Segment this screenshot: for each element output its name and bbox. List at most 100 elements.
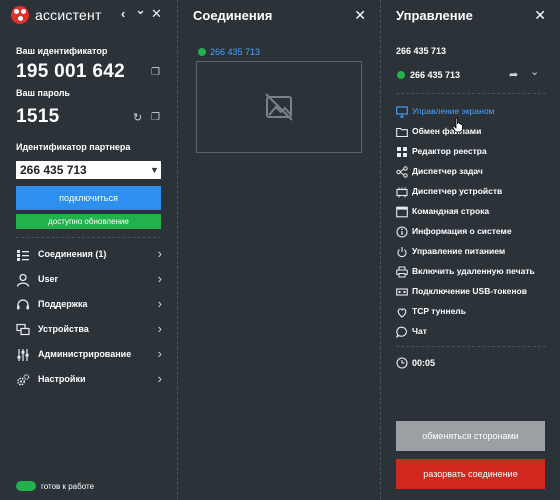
share-icon[interactable]: ➦ [509, 68, 518, 81]
partner-id-input[interactable] [16, 161, 161, 179]
update-available-badge[interactable]: доступно обновление [16, 214, 161, 229]
action-label: Диспетчер устройств [412, 186, 503, 196]
action-label: Командная строка [412, 206, 490, 216]
nav-label: Администрирование [38, 349, 132, 359]
divider [16, 237, 161, 238]
chevron-right-icon: › [157, 346, 162, 361]
online-status-icon [397, 71, 405, 79]
status-text: готов к работе [41, 482, 95, 491]
nav-item-settings[interactable]: Настройки › [16, 370, 164, 390]
nav-item-support[interactable]: Поддержка › [16, 295, 164, 315]
remote-id-status: 266 435 713 [410, 70, 461, 80]
user-icon [16, 273, 30, 287]
your-id-value: 195 001 642 [16, 61, 125, 82]
partner-id-label: Идентификатор партнера [16, 142, 131, 152]
collapse-icon[interactable]: ⌄ [135, 3, 146, 17]
disconnect-button[interactable]: разорвать соединение [396, 459, 545, 489]
action-label: Обмен файлами [412, 126, 482, 136]
action-file-transfer[interactable]: Обмен файлами [396, 124, 551, 141]
devices-icon [16, 323, 30, 336]
session-timer: 00:05 [412, 358, 436, 368]
close-icon[interactable]: ✕ [151, 7, 162, 21]
divider [396, 346, 546, 347]
terminal-icon [396, 206, 408, 218]
action-task-manager[interactable]: Диспетчер задач [396, 164, 551, 181]
connect-button[interactable]: подключиться [16, 186, 161, 210]
action-chat[interactable]: Чат [396, 324, 551, 341]
your-password-label: Ваш пароль [16, 88, 70, 98]
assistant-panel: ассистент ‹ ⌄ ✕ Ваш идентификатор 195 00… [0, 0, 178, 500]
action-screen-control[interactable]: Управление экраном [396, 104, 551, 121]
registry-icon [397, 147, 407, 157]
action-label: Управление экраном [412, 106, 495, 116]
action-remote-printing[interactable]: Включить удаленную печать [396, 264, 551, 281]
session-id-link[interactable]: 266 435 713 [210, 47, 260, 57]
chevron-right-icon: › [157, 371, 162, 386]
nav-label: Настройки [38, 374, 86, 384]
hand-cursor-icon [452, 117, 463, 133]
action-usb-tokens[interactable]: Подключение USB-токенов [396, 284, 551, 301]
connections-icon [17, 250, 29, 261]
action-label: TCP туннель [412, 306, 466, 316]
tasks-icon [396, 166, 408, 178]
no-image-icon [265, 93, 293, 121]
gear-icon [17, 374, 30, 386]
chat-icon [396, 326, 407, 338]
refresh-icon[interactable]: ↻ [133, 111, 142, 124]
app-logo-icon [11, 6, 29, 24]
info-icon [396, 226, 408, 238]
divider [396, 93, 546, 94]
back-icon[interactable]: ‹ [121, 7, 125, 21]
copy-icon[interactable]: ❐ [151, 67, 160, 78]
panel-title: Управление [396, 8, 473, 23]
online-status-icon [198, 48, 206, 56]
panel-title: Соединения [193, 8, 273, 23]
usb-icon [396, 288, 408, 296]
monitor-icon [396, 106, 408, 118]
printer-icon [396, 266, 408, 278]
headset-icon [17, 299, 29, 310]
close-icon[interactable]: ✕ [354, 7, 366, 24]
power-icon [397, 247, 407, 258]
chevron-right-icon: › [157, 321, 162, 336]
nav-item-devices[interactable]: Устройства › [16, 320, 164, 340]
action-system-info[interactable]: Информация о системе [396, 224, 551, 241]
nav-label: Соединения (1) [38, 249, 107, 259]
sliders-icon [17, 349, 29, 361]
connections-panel: Соединения ✕ 266 435 713 [179, 0, 381, 500]
nav-item-user[interactable]: User › [16, 270, 164, 290]
action-label: Чат [412, 326, 427, 336]
nav-label: User [38, 274, 59, 284]
chevron-right-icon: › [157, 296, 162, 311]
remote-id: 266 435 713 [396, 46, 447, 56]
clock-icon [396, 357, 408, 369]
status-indicator [16, 481, 36, 491]
chevron-down-icon[interactable]: ⌄ [530, 65, 539, 78]
app-title: ассистент [35, 7, 102, 23]
action-label: Информация о системе [412, 226, 512, 236]
action-registry-editor[interactable]: Редактор реестра [396, 144, 551, 161]
chevron-down-icon[interactable]: ▼ [150, 165, 159, 175]
close-icon[interactable]: ✕ [534, 7, 546, 24]
chevron-right-icon: › [157, 246, 162, 261]
action-command-line[interactable]: Командная строка [396, 204, 551, 221]
control-panel: Управление ✕ 266 435 713 266 435 713 ➦ ⌄… [382, 0, 560, 500]
action-label: Диспетчер задач [412, 166, 483, 176]
swap-sides-button[interactable]: обменяться сторонами [396, 421, 545, 451]
action-label: Включить удаленную печать [412, 266, 535, 276]
nav-item-connections[interactable]: Соединения (1) › [16, 245, 164, 265]
session-thumbnail[interactable] [196, 61, 362, 153]
nav-item-administration[interactable]: Администрирование › [16, 345, 164, 365]
action-power-management[interactable]: Управление питанием [396, 244, 551, 261]
nav-label: Устройства [38, 324, 89, 334]
device-manager-icon [396, 187, 408, 198]
tunnel-icon [397, 308, 407, 318]
app-header: ассистент ‹ ⌄ ✕ [0, 0, 177, 30]
your-password-value: 1515 [16, 106, 60, 127]
action-label: Управление питанием [412, 246, 506, 256]
action-tcp-tunnel[interactable]: TCP туннель [396, 304, 551, 321]
action-label: Редактор реестра [412, 146, 487, 156]
your-id-label: Ваш идентификатор [16, 46, 108, 56]
action-device-manager[interactable]: Диспетчер устройств [396, 184, 551, 201]
copy-password-icon[interactable]: ❐ [151, 112, 160, 123]
